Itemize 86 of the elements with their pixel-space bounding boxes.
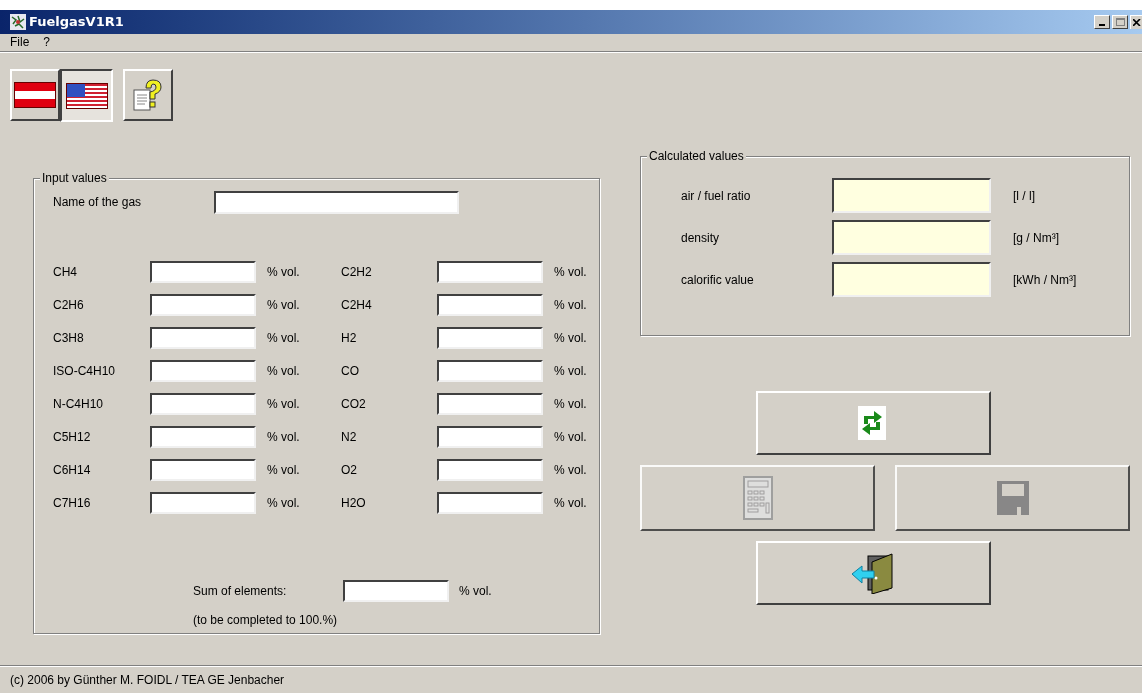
- status-text: (c) 2006 by Günther M. FOIDL / TEA GE Jenbacher: [10, 671, 285, 689]
- result-label: air / fuel ratio: [681, 187, 752, 205]
- input-field[interactable]: [150, 294, 256, 316]
- component-label: N2: [341, 429, 358, 446]
- unit-label: [l / l]: [1012, 187, 1035, 205]
- unit-label: % vol.: [266, 297, 301, 314]
- component-label: H2: [341, 330, 358, 347]
- group-title: Calculated values: [647, 149, 746, 163]
- window-title: FuelgasV1R1: [29, 13, 124, 32]
- component-label: C6H14: [53, 462, 92, 479]
- unit-label: % vol.: [553, 495, 588, 512]
- input-field[interactable]: [437, 261, 543, 283]
- unit-label: [kWh / Nm³]: [1012, 271, 1077, 289]
- help-document-icon: [132, 78, 164, 112]
- sum-label: Sum of elements:: [193, 583, 288, 600]
- result-label: calorific value: [681, 271, 755, 289]
- unit-label: % vol.: [553, 297, 588, 314]
- input-field[interactable]: [150, 261, 256, 283]
- result-field[interactable]: [832, 178, 991, 213]
- menu-item[interactable]: File: [10, 33, 30, 51]
- unit-label: [g / Nm³]: [1012, 229, 1059, 247]
- result-field[interactable]: [832, 262, 991, 297]
- input-field[interactable]: [437, 360, 543, 382]
- input-field[interactable]: [150, 360, 256, 382]
- unit-label: % vol.: [266, 495, 301, 512]
- help-button[interactable]: [123, 69, 173, 121]
- unit-label: % vol.: [266, 396, 301, 413]
- input-field[interactable]: [437, 327, 543, 349]
- component-label: ISO-C4H10: [53, 363, 117, 380]
- app-icon: [10, 14, 26, 30]
- unit-label: % vol.: [266, 264, 301, 281]
- component-label: N-C4H10: [53, 396, 104, 413]
- menu-item[interactable]: ?: [43, 33, 51, 51]
- exit-button[interactable]: [755, 541, 991, 605]
- unit-label: % vol.: [266, 330, 301, 347]
- input-field[interactable]: [150, 393, 256, 415]
- close-button[interactable]: [1130, 15, 1142, 29]
- unit-label: % vol.: [266, 429, 301, 446]
- minimize-button[interactable]: [1094, 15, 1110, 29]
- exit-door-icon: [850, 552, 896, 594]
- input-field[interactable]: [150, 459, 256, 481]
- input-field[interactable]: [150, 426, 256, 448]
- component-label: C2H4: [341, 297, 373, 314]
- language-button[interactable]: [60, 69, 113, 122]
- component-label: CO: [341, 363, 360, 380]
- group-title: Input values: [40, 171, 109, 185]
- component-label: C2H2: [341, 264, 373, 281]
- component-label: C5H12: [53, 429, 92, 446]
- close-icon: [1133, 19, 1141, 26]
- component-label: C3H8: [53, 330, 85, 347]
- component-label: C2H6: [53, 297, 85, 314]
- component-label: O2: [341, 462, 358, 479]
- component-label: C7H16: [53, 495, 92, 512]
- maximize-button[interactable]: [1112, 15, 1128, 29]
- unit-label: % vol.: [553, 363, 588, 380]
- sum-field[interactable]: [343, 580, 449, 602]
- component-label: H2O: [341, 495, 367, 512]
- input-field[interactable]: [437, 294, 543, 316]
- minimize-icon: [1099, 24, 1105, 26]
- unit-label: % vol.: [553, 429, 588, 446]
- unit-label: % vol.: [553, 330, 588, 347]
- unit-label: % vol.: [553, 462, 588, 479]
- component-label: CH4: [53, 264, 78, 281]
- maximize-icon: [1115, 18, 1125, 26]
- input-field[interactable]: [214, 190, 459, 214]
- field-label: Name of the gas: [53, 194, 143, 211]
- input-field[interactable]: [437, 459, 543, 481]
- component-label: CO2: [341, 396, 367, 413]
- hint-text: (to be completed to 100.%): [193, 612, 339, 629]
- flag-icon: [14, 82, 56, 108]
- input-field[interactable]: [150, 327, 256, 349]
- unit-label: % vol.: [266, 363, 301, 380]
- calculator-icon: [742, 476, 773, 520]
- input-field[interactable]: [437, 393, 543, 415]
- input-field[interactable]: [437, 492, 543, 514]
- flag-icon: [65, 82, 108, 109]
- unit-label: % vol.: [266, 462, 301, 479]
- unit-label: % vol.: [553, 396, 588, 413]
- unit-label: % vol.: [553, 264, 588, 281]
- refresh-button[interactable]: [755, 391, 991, 455]
- unit-label: % vol.: [458, 583, 492, 600]
- refresh-icon: [858, 404, 888, 442]
- input-field[interactable]: [150, 492, 256, 514]
- result-field[interactable]: [832, 220, 991, 255]
- result-label: density: [681, 229, 721, 247]
- input-field[interactable]: [437, 426, 543, 448]
